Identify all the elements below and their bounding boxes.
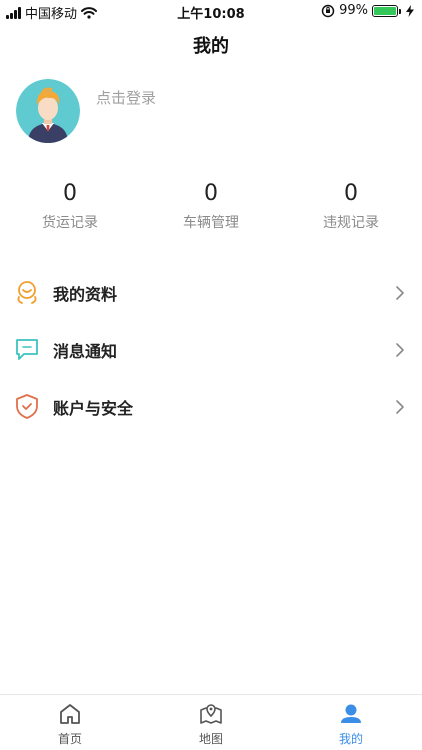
map-icon (200, 704, 222, 724)
profile-info-icon (17, 281, 37, 304)
avatar[interactable] (16, 79, 80, 143)
stat-value: 0 (344, 181, 358, 206)
chevron-right-icon (396, 343, 404, 357)
shield-icon (16, 394, 38, 419)
stat-label: 货运记录 (42, 215, 98, 231)
charging-bolt-icon (406, 4, 414, 17)
menu-label: 消息通知 (53, 342, 118, 361)
stat-vehicle-management[interactable]: 0 车辆管理 (141, 180, 281, 232)
status-bar: 中国移动 上午10:08 99% (0, 0, 422, 22)
tab-home[interactable]: 首页 (0, 695, 140, 750)
menu-label: 我的资料 (53, 285, 118, 304)
chevron-right-icon (396, 400, 404, 414)
menu-item-account-security[interactable]: 账户与安全 (0, 379, 422, 435)
chevron-right-icon (396, 286, 404, 300)
tab-bar: 首页 地图 我的 (0, 694, 422, 750)
stat-violation-records[interactable]: 0 违规记录 (281, 180, 421, 232)
tab-label: 首页 (57, 732, 82, 746)
battery-percent: 99% (339, 3, 368, 18)
stat-freight-records[interactable]: 0 货运记录 (0, 180, 140, 232)
tab-map[interactable]: 地图 (141, 695, 281, 750)
menu-item-notifications[interactable]: 消息通知 (0, 322, 422, 378)
orientation-lock-icon (321, 4, 335, 17)
avatar-image (16, 79, 80, 143)
menu-label: 账户与安全 (53, 399, 134, 418)
stat-value: 0 (63, 181, 77, 206)
tab-label: 我的 (338, 732, 363, 746)
user-icon (341, 704, 361, 723)
home-icon (60, 704, 80, 724)
stat-label: 违规记录 (323, 215, 379, 231)
page-title: 我的 (193, 36, 229, 57)
stat-label: 车辆管理 (183, 215, 239, 231)
menu-item-my-profile[interactable]: 我的资料 (0, 265, 422, 321)
stats-row: 0 货运记录 0 车辆管理 0 违规记录 (0, 180, 422, 240)
login-link[interactable]: 点击登录 (96, 87, 156, 108)
battery-icon (372, 4, 401, 17)
message-icon (16, 339, 38, 360)
tab-mine[interactable]: 我的 (281, 695, 421, 750)
stat-value: 0 (204, 181, 218, 206)
status-right: 99% (321, 3, 414, 18)
tab-label: 地图 (198, 732, 223, 746)
